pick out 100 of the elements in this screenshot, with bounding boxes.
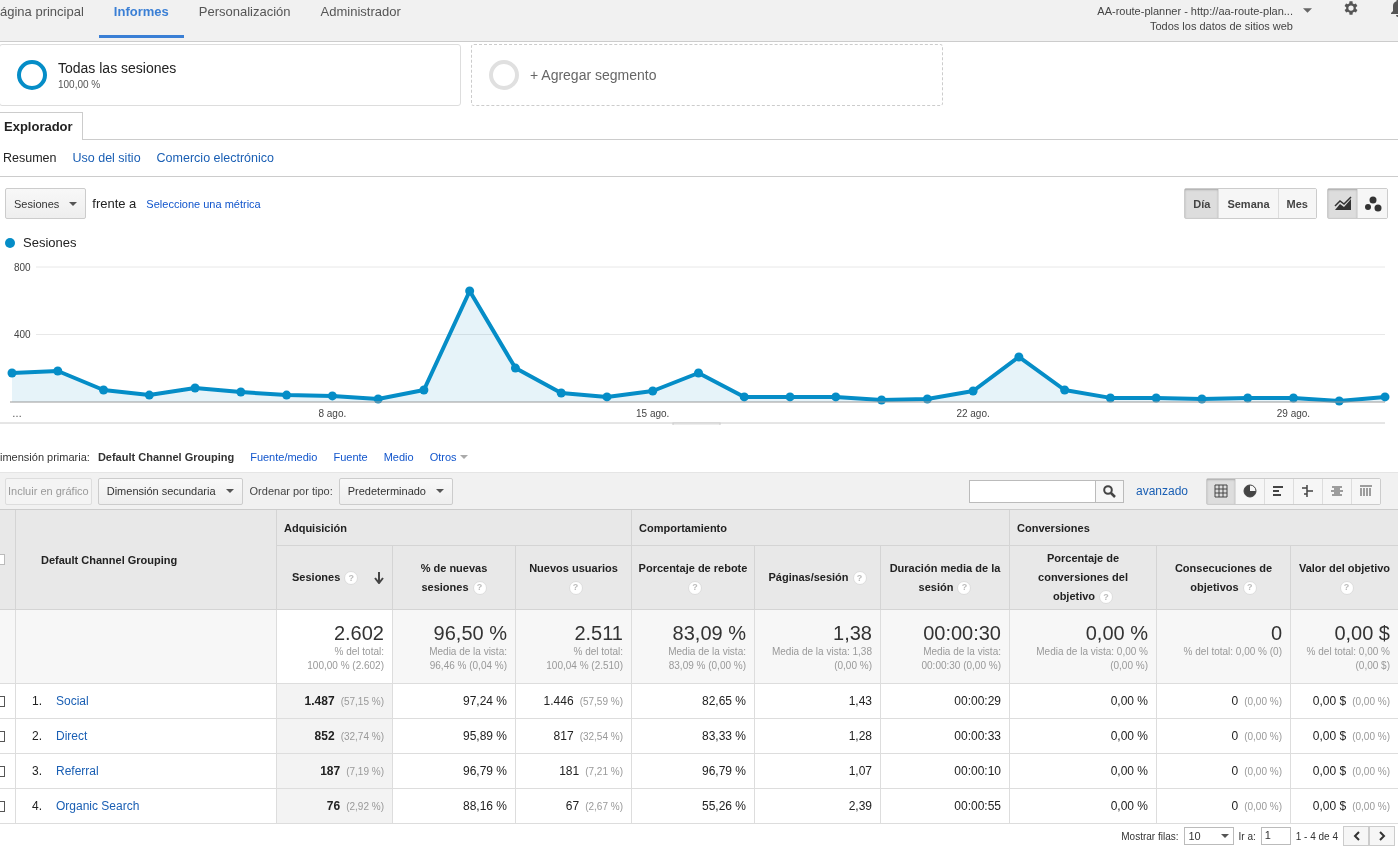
- sub-tab[interactable]: Resumen: [3, 151, 57, 165]
- sort-type-dropdown[interactable]: Predeterminado: [338, 477, 453, 505]
- caret-icon[interactable]: [1303, 8, 1312, 13]
- data-point[interactable]: [602, 392, 612, 402]
- table-cell: 00:00:29: [954, 694, 1001, 708]
- nav-tab[interactable]: Personalización: [183, 0, 306, 38]
- table-cell: 96,79 %: [462, 764, 507, 778]
- search-button[interactable]: [1095, 479, 1124, 503]
- rows-select[interactable]: 10: [1183, 827, 1234, 845]
- bars-icon: [1272, 484, 1286, 498]
- secondary-dimension-dropdown[interactable]: Dimensión secundaria: [97, 477, 243, 505]
- next-page-button[interactable]: [1369, 826, 1395, 846]
- data-point[interactable]: [144, 390, 154, 400]
- view-button[interactable]: [1207, 478, 1235, 504]
- axis-label: 800: [14, 261, 31, 273]
- add-segment-card[interactable]: + Agregar segmento: [471, 44, 943, 106]
- total-note: Media de la vista: 1,38: [770, 645, 872, 658]
- data-point[interactable]: [236, 387, 246, 397]
- data-point[interactable]: [99, 385, 109, 395]
- dimension-link[interactable]: Otros: [429, 451, 468, 463]
- dimension-link[interactable]: Fuente/medio: [250, 451, 318, 463]
- total-note: Media de la vista:: [428, 645, 507, 658]
- total-value: 96,50 %: [432, 622, 507, 644]
- previous-page-button[interactable]: [1343, 826, 1369, 846]
- data-point[interactable]: [7, 368, 17, 378]
- nav-tab[interactable]: Informes: [98, 0, 184, 38]
- total-note: (0,00 $): [1354, 659, 1390, 672]
- data-point[interactable]: [556, 388, 566, 398]
- caret-icon: [436, 489, 444, 493]
- dimension-link[interactable]: Default Channel Grouping: [97, 451, 235, 463]
- table-cell: 1,43: [848, 694, 872, 708]
- axis-label: …: [12, 408, 22, 419]
- cell-share: (0,00 %): [1244, 765, 1282, 777]
- chart-type-button[interactable]: [1357, 189, 1387, 218]
- data-point[interactable]: [922, 394, 932, 404]
- data-point[interactable]: [648, 386, 658, 396]
- data-point[interactable]: [282, 390, 292, 400]
- bubbles-icon: [1363, 195, 1382, 212]
- chart-type-button[interactable]: [1328, 189, 1357, 218]
- data-point[interactable]: [1014, 352, 1024, 362]
- data-point[interactable]: [1288, 393, 1298, 403]
- data-point[interactable]: [968, 386, 978, 396]
- ring-icon: [488, 59, 520, 91]
- channel-link[interactable]: Referral: [56, 764, 99, 778]
- data-point[interactable]: [190, 383, 200, 393]
- dimension-link[interactable]: Medio: [383, 451, 414, 463]
- data-point[interactable]: [1380, 392, 1390, 402]
- period-button[interactable]: Mes: [1277, 189, 1316, 218]
- account-view[interactable]: Todos los datos de sitios web: [1149, 19, 1293, 34]
- nav-tab[interactable]: Administrador: [305, 0, 416, 38]
- total-value: 0,00 %: [1084, 622, 1148, 644]
- report-tab[interactable]: Explorador: [0, 112, 83, 140]
- data-point[interactable]: [419, 385, 429, 395]
- data-point[interactable]: [831, 392, 841, 402]
- data-point[interactable]: [1243, 393, 1253, 403]
- table-cell: 00:00:55: [954, 799, 1001, 813]
- total-note: 100,04 % (2.510): [545, 659, 623, 672]
- account-property[interactable]: AA-route-planner - http://aa-route-plan...: [1097, 4, 1293, 19]
- data-point[interactable]: [1334, 396, 1344, 406]
- data-point[interactable]: [510, 363, 520, 373]
- cell-share: (2,67 %): [585, 800, 623, 812]
- data-point[interactable]: [373, 394, 383, 404]
- table-cell: 817: [553, 729, 574, 743]
- data-point[interactable]: [1105, 393, 1115, 403]
- metric-dropdown[interactable]: Sesiones: [5, 188, 87, 219]
- channel-link[interactable]: Direct: [56, 729, 88, 743]
- primary-dimension-label: imensión primaria:: [0, 451, 90, 463]
- caret-icon: [459, 455, 468, 459]
- data-point[interactable]: [877, 395, 887, 405]
- data-point[interactable]: [694, 368, 703, 378]
- goto-field[interactable]: 1: [1260, 827, 1291, 845]
- sub-tab[interactable]: Uso del sitio: [72, 151, 141, 165]
- data-point[interactable]: [1151, 393, 1161, 403]
- nav-tab[interactable]: ágina principal: [0, 0, 99, 38]
- settings-icon[interactable]: [1342, 0, 1360, 17]
- cell-share: (0,00 %): [1244, 800, 1282, 812]
- search-field[interactable]: [968, 479, 1096, 503]
- cell-share: (32,54 %): [579, 730, 623, 742]
- channel-link[interactable]: Organic Search: [56, 799, 140, 813]
- data-point[interactable]: [1197, 394, 1207, 404]
- data-point[interactable]: [1060, 385, 1070, 395]
- sub-tab[interactable]: Comercio electrónico: [156, 151, 274, 165]
- table-cell: 00:00:10: [954, 764, 1001, 778]
- table-cell: 0,00 $: [1312, 799, 1347, 813]
- channel-link[interactable]: Social: [56, 694, 89, 708]
- dimension-link[interactable]: Fuente: [333, 451, 368, 463]
- period-button[interactable]: Día: [1185, 189, 1219, 218]
- data-point[interactable]: [739, 392, 749, 402]
- data-point[interactable]: [327, 391, 337, 401]
- data-point[interactable]: [53, 366, 63, 376]
- data-point[interactable]: [465, 286, 475, 296]
- compare-metric-link[interactable]: Seleccione una métrica: [146, 197, 261, 210]
- period-button[interactable]: Semana: [1218, 189, 1278, 218]
- chart-resize-handle[interactable]: [672, 422, 721, 425]
- segment-card[interactable]: Todas las sesiones 100,00 %: [0, 44, 461, 106]
- advanced-link[interactable]: avanzado: [1135, 484, 1188, 498]
- view-button[interactable]: [1235, 478, 1264, 504]
- view-button[interactable]: [1264, 478, 1293, 504]
- data-point[interactable]: [785, 392, 795, 402]
- view-button[interactable]: [1293, 478, 1322, 504]
